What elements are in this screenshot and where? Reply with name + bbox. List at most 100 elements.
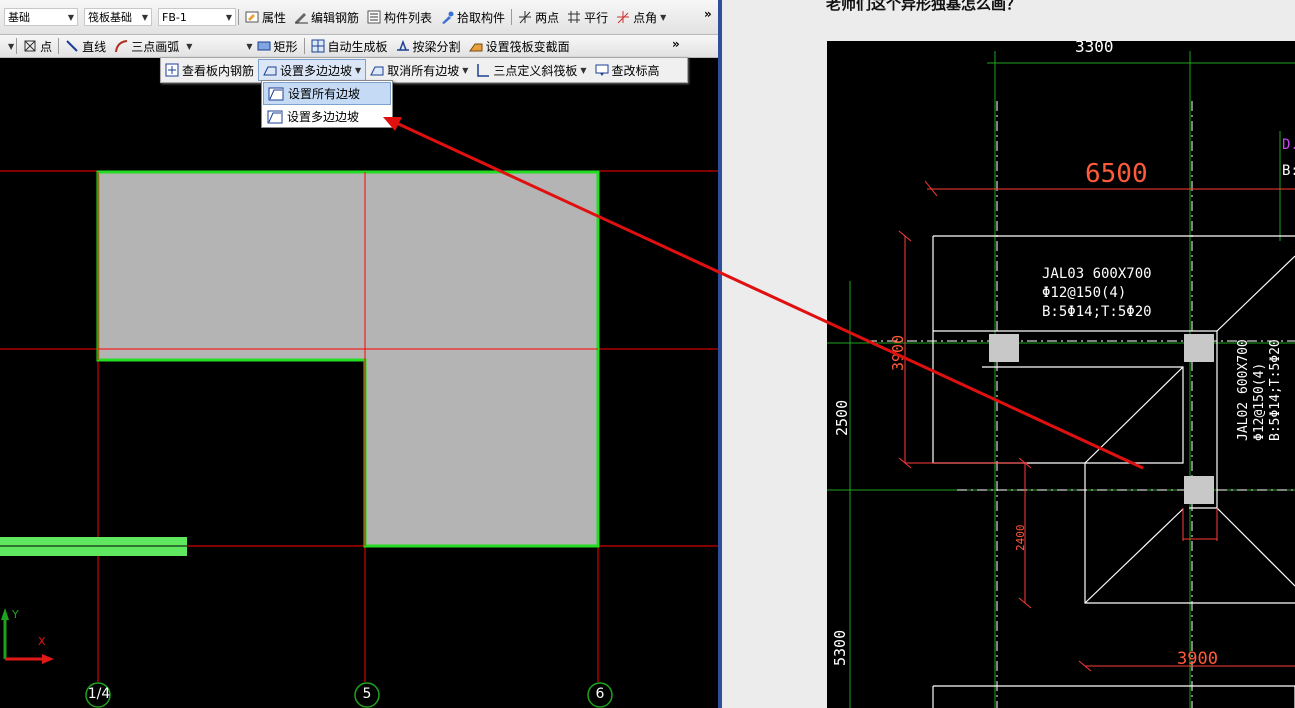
toolbar-overflow-icon[interactable]: » bbox=[672, 37, 680, 51]
beam-label-line: Φ12@150(4) bbox=[1042, 285, 1126, 301]
axis-label-5: 5 bbox=[362, 686, 372, 702]
separator bbox=[303, 38, 305, 54]
arc-label: 三点画弧 bbox=[131, 39, 180, 54]
set-variable-section-label: 设置筏板变截面 bbox=[485, 39, 570, 54]
type-select-value: 筏板基础 bbox=[88, 11, 132, 24]
chevron-down-icon: ▼ bbox=[67, 12, 74, 22]
element-select-value: FB-1 bbox=[162, 10, 187, 24]
grid-icon bbox=[311, 39, 325, 53]
properties-icon bbox=[245, 10, 259, 24]
beam-label-line: JAL03 600X700 bbox=[1042, 266, 1152, 282]
component-list-label: 构件列表 bbox=[384, 10, 433, 25]
beam-label-line: B:5Φ14;T:5Φ20 bbox=[1268, 339, 1283, 441]
toolbar-overflow-icon[interactable]: » bbox=[704, 7, 712, 21]
x-axis-label: X bbox=[38, 635, 46, 648]
chevron-down-icon: ▼ bbox=[660, 12, 667, 22]
drawing-image: 3300 6500 3900 2500 2400 5300 3900 JAL03… bbox=[827, 41, 1295, 708]
question-title: 老师们这个异形独基怎么画？ bbox=[826, 0, 1022, 13]
eyedropper-icon bbox=[440, 10, 454, 24]
split-icon bbox=[396, 39, 410, 53]
type-select[interactable]: 筏板基础 ▼ bbox=[84, 8, 152, 26]
dim-text: 6500 bbox=[1085, 159, 1148, 189]
point-angle-button[interactable]: 点角 ▼ bbox=[612, 7, 670, 27]
axis-label-1-4: 1/4 bbox=[87, 686, 111, 702]
line-icon bbox=[65, 39, 79, 53]
edit-elevation-button[interactable]: 查改标高 bbox=[591, 60, 664, 80]
rectangle-button[interactable]: 矩形 bbox=[253, 36, 302, 56]
raft-slab-shape bbox=[96, 170, 600, 548]
floor-select-value: 基础 bbox=[8, 11, 30, 24]
separator bbox=[58, 38, 60, 54]
view-slab-rebar-button[interactable]: 查看板内钢筋 bbox=[161, 60, 258, 80]
dim-text: 5300 bbox=[831, 630, 849, 666]
elevation-icon bbox=[595, 63, 609, 77]
edit-rebar-button[interactable]: 编辑钢筋 bbox=[290, 7, 363, 27]
edit-elevation-label: 查改标高 bbox=[611, 63, 660, 78]
set-variable-section-button[interactable]: 设置筏板变截面 bbox=[465, 36, 574, 56]
properties-label: 属性 bbox=[262, 10, 287, 25]
chevron-down-icon: ▼ bbox=[225, 12, 232, 22]
foundation-drawing: 3300 6500 3900 2500 2400 5300 3900 JAL03… bbox=[827, 41, 1295, 708]
set-multi-slope-button[interactable]: 设置多边边坡 ▼ bbox=[258, 59, 367, 81]
point-label: 点 bbox=[40, 39, 53, 54]
parallel-icon bbox=[567, 10, 581, 24]
two-point-label: 两点 bbox=[535, 10, 560, 25]
draw-toolbar: ▼ 点 直线 三点画弧 ▼ ▼ 矩形 自动生成板 按梁分割 设置筏板变截面 » bbox=[0, 35, 718, 58]
separator bbox=[16, 38, 18, 54]
cancel-slope-icon bbox=[370, 63, 384, 77]
view-slab-rebar-label: 查看板内钢筋 bbox=[182, 63, 255, 78]
properties-button[interactable]: 属性 bbox=[241, 7, 290, 27]
two-point-button[interactable]: 两点 bbox=[514, 7, 563, 27]
cancel-all-slopes-button[interactable]: 取消所有边坡 ▼ bbox=[366, 60, 472, 80]
column-block bbox=[1184, 476, 1214, 504]
component-list-button[interactable]: 构件列表 bbox=[363, 7, 436, 27]
parallel-button[interactable]: 平行 bbox=[563, 7, 612, 27]
cancel-all-slopes-label: 取消所有边坡 bbox=[387, 63, 460, 78]
floor-select[interactable]: 基础 ▼ bbox=[4, 8, 78, 26]
point-angle-label: 点角 bbox=[633, 10, 658, 25]
pick-component-label: 拾取构件 bbox=[457, 10, 506, 25]
edge-label: B: bbox=[1282, 163, 1295, 179]
element-select[interactable]: FB-1 ▼ bbox=[158, 8, 236, 26]
three-point-slab-label: 三点定义斜筏板 bbox=[493, 63, 578, 78]
three-point-slab-button[interactable]: 三点定义斜筏板 ▼ bbox=[472, 60, 590, 80]
arc-icon bbox=[114, 39, 128, 53]
chevron-down-icon[interactable]: ▼ bbox=[8, 42, 14, 51]
beam-label-line: B:5Φ14;T:5Φ20 bbox=[1042, 304, 1152, 320]
cad-canvas[interactable] bbox=[0, 82, 718, 708]
two-point-icon bbox=[518, 10, 532, 24]
pick-component-button[interactable]: 拾取构件 bbox=[436, 7, 509, 27]
pencil-icon bbox=[294, 10, 309, 24]
column-block bbox=[989, 334, 1019, 362]
column-block bbox=[1184, 334, 1214, 362]
parallel-label: 平行 bbox=[584, 10, 609, 25]
edit-rebar-label: 编辑钢筋 bbox=[311, 10, 360, 25]
rectangle-icon bbox=[257, 39, 271, 53]
auto-generate-slab-label: 自动生成板 bbox=[327, 39, 388, 54]
edge-label: D. bbox=[1282, 137, 1295, 153]
separator bbox=[511, 9, 513, 25]
beam-label-line: JAL02 600X700 bbox=[1236, 339, 1251, 441]
view-rebar-icon bbox=[165, 63, 179, 77]
forum-post-pane: 老师们这个异形独基怎么画？ 3300 6500 3900 2500 2400 5… bbox=[722, 0, 1295, 708]
line-button[interactable]: 直线 bbox=[61, 36, 110, 56]
chevron-down-icon: ▼ bbox=[462, 65, 469, 75]
separator bbox=[238, 9, 239, 25]
dim-text: 2400 bbox=[1014, 525, 1027, 552]
chevron-down-icon: ▼ bbox=[355, 65, 362, 75]
rectangle-label: 矩形 bbox=[273, 39, 298, 54]
chevron-down-icon: ▼ bbox=[141, 12, 148, 22]
chevron-down-icon: ▼ bbox=[186, 41, 193, 51]
dim-text: 3900 bbox=[889, 335, 907, 371]
cad-app-pane: 基础 ▼ 筏板基础 ▼ FB-1 ▼ 属性 编辑钢筋 构件列表 拾取构件 两点 … bbox=[0, 0, 718, 708]
auto-generate-slab-button[interactable]: 自动生成板 bbox=[307, 36, 392, 56]
beam-label-line: Φ12@150(4) bbox=[1252, 363, 1267, 441]
three-point-icon bbox=[476, 63, 490, 77]
arc-button[interactable]: 三点画弧 ▼ bbox=[110, 36, 196, 56]
slope-toolbar: 查看板内钢筋 设置多边边坡 ▼ 取消所有边坡 ▼ 三点定义斜筏板 ▼ 查改标高 bbox=[160, 57, 688, 83]
y-axis-label: Y bbox=[12, 608, 19, 621]
point-angle-icon bbox=[616, 10, 630, 24]
split-by-beam-button[interactable]: 按梁分割 bbox=[392, 36, 465, 56]
set-multi-slope-label: 设置多边边坡 bbox=[280, 63, 353, 78]
point-button[interactable]: 点 bbox=[19, 36, 56, 56]
